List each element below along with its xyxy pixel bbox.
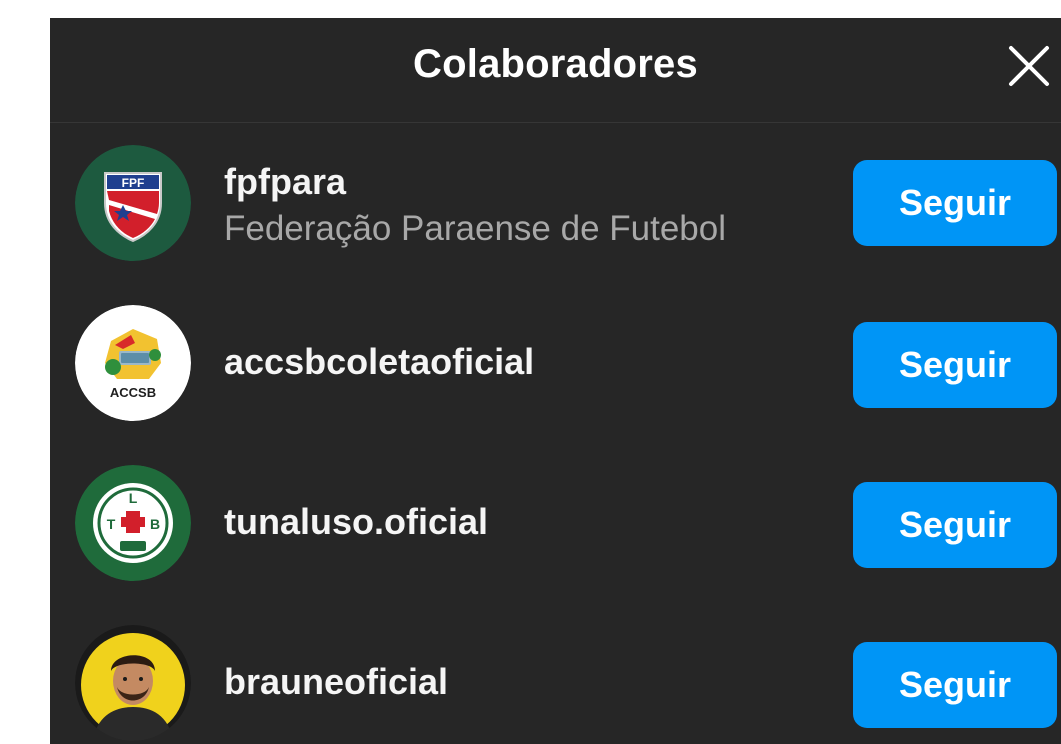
user-text: brauneoficial bbox=[224, 661, 448, 703]
avatar[interactable]: ACCSB bbox=[75, 305, 191, 421]
close-icon bbox=[1009, 46, 1049, 86]
follow-button[interactable]: Seguir bbox=[853, 322, 1057, 408]
user-text: tunaluso.oficial bbox=[224, 501, 488, 543]
collaborators-list: FPF fpfpara Federação Paraense de Futebo… bbox=[50, 123, 1061, 744]
follow-button[interactable]: Seguir bbox=[853, 482, 1057, 568]
svg-text:B: B bbox=[150, 516, 160, 532]
svg-text:T: T bbox=[107, 516, 116, 532]
fpf-shield-logo-icon: FPF bbox=[75, 145, 191, 261]
svg-text:ACCSB: ACCSB bbox=[110, 385, 156, 400]
svg-text:L: L bbox=[129, 490, 138, 506]
dialog-title: Colaboradores bbox=[413, 42, 698, 86]
svg-text:FPF: FPF bbox=[122, 176, 145, 190]
user-text: fpfpara Federação Paraense de Futebol bbox=[224, 161, 726, 249]
follow-button[interactable]: Seguir bbox=[853, 160, 1057, 246]
full-name: Federação Paraense de Futebol bbox=[224, 209, 726, 248]
close-button[interactable] bbox=[1007, 44, 1051, 88]
list-item: FPF fpfpara Federação Paraense de Futebo… bbox=[50, 123, 1061, 283]
list-item: brauneoficial Seguir bbox=[50, 603, 1061, 744]
dialog-header: Colaboradores bbox=[50, 18, 1061, 123]
username[interactable]: accsbcoletaoficial bbox=[224, 341, 534, 383]
username[interactable]: fpfpara bbox=[224, 161, 726, 203]
username[interactable]: brauneoficial bbox=[224, 661, 448, 703]
collaborators-dialog: Colaboradores FPF fpfpara Federação Para… bbox=[50, 18, 1061, 744]
avatar[interactable]: FPF bbox=[75, 145, 191, 261]
list-item: ACCSB accsbcoletaoficial Seguir bbox=[50, 283, 1061, 443]
person-photo-icon bbox=[75, 625, 191, 741]
avatar[interactable]: L T B bbox=[75, 465, 191, 581]
avatar[interactable] bbox=[75, 625, 191, 741]
username[interactable]: tunaluso.oficial bbox=[224, 501, 488, 543]
follow-button[interactable]: Seguir bbox=[853, 642, 1057, 728]
accsb-logo-icon: ACCSB bbox=[75, 305, 191, 421]
user-text: accsbcoletaoficial bbox=[224, 341, 534, 383]
tuna-luso-crest-icon: L T B bbox=[75, 465, 191, 581]
list-item: L T B tunaluso.oficial Seguir bbox=[50, 443, 1061, 603]
